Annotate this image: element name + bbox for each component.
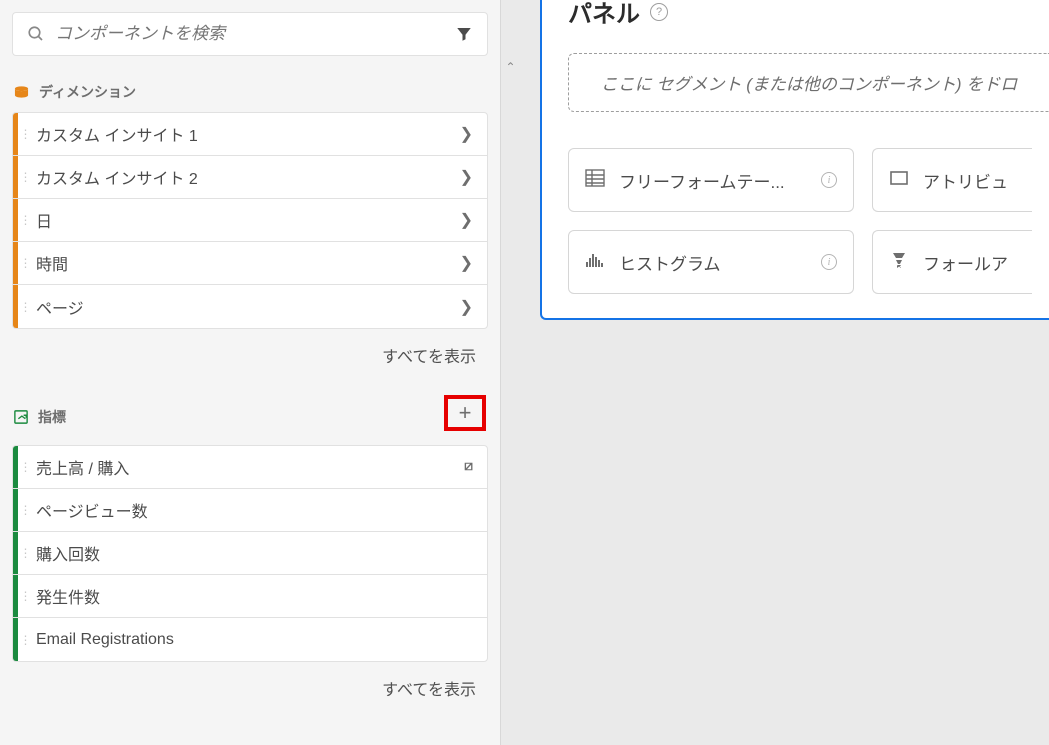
drag-handle-icon[interactable]: ⋮ [18, 589, 32, 603]
dimension-item[interactable]: ⋮ 日 ❯ [13, 199, 487, 242]
metric-label: ページビュー数 [32, 498, 473, 522]
chevron-right-icon: ❯ [460, 253, 473, 273]
segment-dropzone[interactable]: ここに セグメント (または他のコンポーネント) をドロ [568, 53, 1049, 112]
component-sidebar: ディメンション ⋮ カスタム インサイト 1 ❯ ⋮ カスタム インサイト 2 … [0, 0, 500, 745]
drag-handle-icon[interactable]: ⋮ [18, 546, 32, 560]
dimension-label: ページ [32, 295, 460, 319]
dimensions-header: ディメンション [12, 76, 488, 112]
metric-item[interactable]: ⋮ 売上高 / 購入 ⧄ [13, 446, 487, 489]
dimension-label: 日 [32, 208, 460, 232]
sidebar-scrollbar[interactable]: ⌃ [500, 0, 520, 745]
metric-item[interactable]: ⋮ ページビュー数 [13, 489, 487, 532]
metrics-list: ⋮ 売上高 / 購入 ⧄ ⋮ ページビュー数 ⋮ 購入回数 ⋮ 発生件数 [12, 445, 488, 662]
chevron-right-icon: ❯ [460, 210, 473, 230]
help-icon[interactable]: ? [650, 3, 668, 21]
metrics-title: 指標 [38, 407, 66, 427]
dimensions-list: ⋮ カスタム インサイト 1 ❯ ⋮ カスタム インサイト 2 ❯ ⋮ 日 ❯ … [12, 112, 488, 329]
dimension-label: カスタム インサイト 2 [32, 165, 460, 189]
scroll-up-icon[interactable]: ⌃ [501, 60, 520, 74]
metric-label: 購入回数 [32, 541, 473, 565]
metric-label: 発生件数 [32, 584, 473, 608]
drag-handle-icon[interactable]: ⋮ [18, 503, 32, 517]
histogram-icon [585, 252, 605, 273]
plus-icon: + [459, 400, 472, 426]
table-icon [585, 169, 605, 192]
chevron-right-icon: ❯ [460, 297, 473, 317]
dimension-label: カスタム インサイト 1 [32, 122, 460, 146]
metric-item[interactable]: ⋮ 購入回数 [13, 532, 487, 575]
dimension-item[interactable]: ⋮ カスタム インサイト 2 ❯ [13, 156, 487, 199]
filter-icon[interactable] [455, 25, 473, 43]
fallout-card[interactable]: フォールア [872, 230, 1032, 294]
add-metric-button[interactable]: + [444, 395, 486, 431]
chevron-right-icon: ❯ [460, 167, 473, 187]
metrics-header: 指標 + [12, 393, 488, 445]
drag-handle-icon[interactable]: ⋮ [18, 633, 32, 647]
info-icon[interactable]: i [821, 172, 837, 188]
fallout-icon [889, 251, 909, 274]
freeform-table-card[interactable]: フリーフォームテー... i [568, 148, 854, 212]
attribution-icon [889, 170, 909, 191]
dimensions-icon [14, 86, 29, 98]
search-input[interactable] [55, 24, 445, 44]
chevron-right-icon: ❯ [460, 124, 473, 144]
drag-handle-icon[interactable]: ⋮ [18, 300, 32, 314]
info-icon[interactable]: i [821, 254, 837, 270]
drag-handle-icon[interactable]: ⋮ [18, 460, 32, 474]
drag-handle-icon[interactable]: ⋮ [18, 170, 32, 184]
viz-label: フォールア [923, 250, 1016, 275]
search-box [12, 12, 488, 56]
panel-card: パネル ? ここに セグメント (または他のコンポーネント) をドロ フリーフォ… [540, 0, 1049, 320]
main-panel-area: パネル ? ここに セグメント (または他のコンポーネント) をドロ フリーフォ… [520, 0, 1049, 745]
metric-item[interactable]: ⋮ 発生件数 [13, 575, 487, 618]
panel-title: パネル ? [568, 0, 668, 29]
attribution-card[interactable]: アトリビュ [872, 148, 1032, 212]
search-icon [27, 25, 45, 43]
dimensions-section: ディメンション ⋮ カスタム インサイト 1 ❯ ⋮ カスタム インサイト 2 … [0, 76, 500, 393]
metric-label: 売上高 / 購入 [32, 455, 464, 479]
viz-label: アトリビュ [923, 168, 1016, 193]
dimensions-show-all[interactable]: すべてを表示 [12, 329, 488, 393]
dimension-label: 時間 [32, 251, 460, 275]
viz-label: フリーフォームテー... [619, 168, 807, 193]
histogram-card[interactable]: ヒストグラム i [568, 230, 854, 294]
dimension-item[interactable]: ⋮ ページ ❯ [13, 285, 487, 328]
metrics-section: 指標 + ⋮ 売上高 / 購入 ⧄ ⋮ ページビュー数 ⋮ [0, 393, 500, 726]
dimensions-title: ディメンション [39, 82, 136, 102]
metric-label: Email Registrations [32, 631, 473, 649]
viz-label: ヒストグラム [619, 250, 807, 275]
panel-title-text: パネル [568, 0, 640, 29]
metrics-show-all[interactable]: すべてを表示 [12, 662, 488, 726]
metrics-icon [14, 410, 28, 424]
dimension-item[interactable]: ⋮ カスタム インサイト 1 ❯ [13, 113, 487, 156]
adobe-icon: ⧄ [464, 459, 473, 475]
drag-handle-icon[interactable]: ⋮ [18, 256, 32, 270]
drag-handle-icon[interactable]: ⋮ [18, 127, 32, 141]
metric-item[interactable]: ⋮ Email Registrations [13, 618, 487, 661]
dimension-item[interactable]: ⋮ 時間 ❯ [13, 242, 487, 285]
drag-handle-icon[interactable]: ⋮ [18, 213, 32, 227]
